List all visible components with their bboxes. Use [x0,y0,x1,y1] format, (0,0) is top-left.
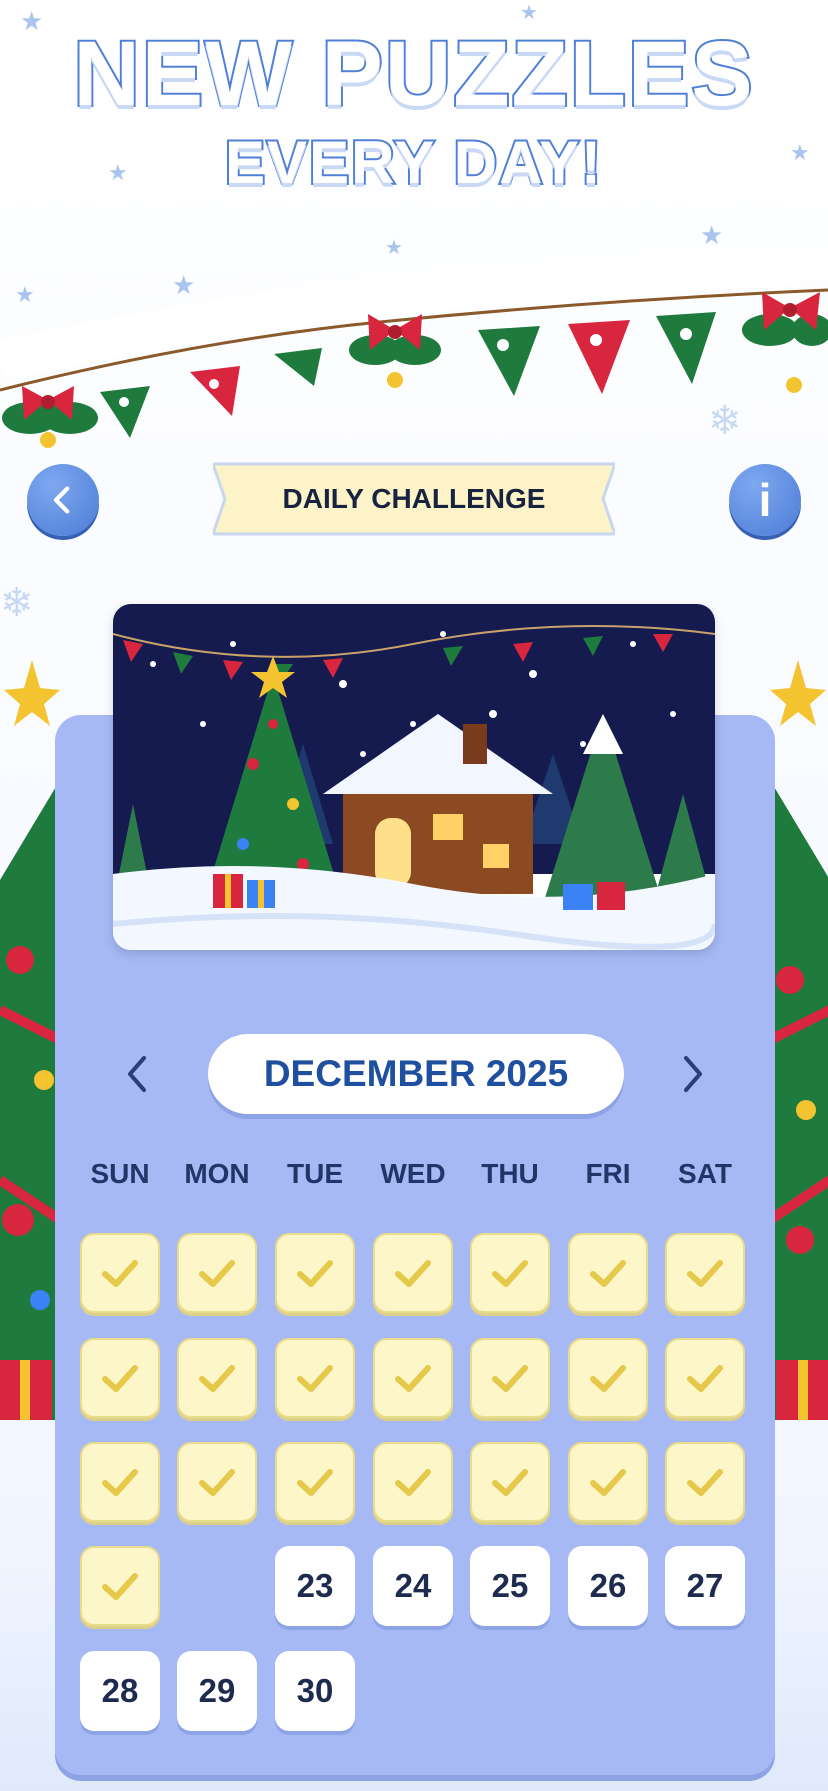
calendar-day[interactable]: 23 [275,1546,355,1626]
weekday-label: MON [184,1158,250,1189]
christmas-tree-left [0,660,60,1420]
pennant-flag [190,366,240,416]
next-month-button[interactable] [670,1052,714,1096]
checkmark-icon [102,1573,138,1600]
checkmark-icon [199,1365,235,1392]
calendar-day[interactable]: 28 [80,1651,160,1731]
completed-day[interactable] [80,1338,160,1418]
calendar-day[interactable]: 24 [373,1546,453,1626]
completed-day[interactable] [665,1338,745,1418]
headline-subtitle: EVERY DAY! [223,127,603,198]
completed-day[interactable] [373,1233,453,1313]
title-banner: DAILY CHALLENGE [213,460,615,538]
weekday-label: SAT [678,1158,732,1189]
weekday-label: SUN [90,1158,150,1189]
pennant-flag [656,312,716,384]
completed-day[interactable] [470,1338,550,1418]
previous-month-button[interactable] [116,1052,160,1096]
bow-ornament [742,292,828,393]
garland-decoration [0,250,828,448]
completed-day[interactable] [568,1233,648,1313]
pennant-flag [274,348,322,386]
completed-day[interactable] [80,1546,160,1626]
calendar-day[interactable]: 29 [177,1651,257,1731]
checkmark-icon [590,1469,626,1496]
checkmark-icon [492,1260,528,1287]
completed-day[interactable] [177,1338,257,1418]
chevron-left-icon [53,486,70,514]
back-button[interactable] [27,464,99,536]
completed-day[interactable] [373,1338,453,1418]
calendar-day[interactable]: 25 [470,1546,550,1626]
month-label: DECEMBER 2025 [208,1034,624,1114]
completed-day[interactable] [177,1233,257,1313]
winter-cabin-illustration [113,604,715,950]
checkmark-icon [492,1469,528,1496]
checkmark-icon [102,1260,138,1287]
bow-ornament [2,386,98,448]
page-title: DAILY CHALLENGE [282,483,546,514]
checkmark-icon [297,1260,333,1287]
headline-title: NEW PUZZLES [71,21,755,127]
checkmark-icon [297,1469,333,1496]
snowflake-icon: ❄ [0,581,34,625]
pennant-flag [100,386,150,438]
calendar-day[interactable]: 30 [275,1651,355,1731]
checkmark-icon [297,1365,333,1392]
completed-day[interactable] [568,1442,648,1522]
checkmark-icon [199,1260,235,1287]
weekday-label: FRI [585,1158,631,1189]
checkmark-icon [395,1365,431,1392]
info-icon: i [758,474,772,526]
checkmark-icon [687,1469,723,1496]
weekday-label: THU [481,1158,539,1189]
daily-puzzle-image[interactable] [113,604,715,950]
completed-day[interactable] [80,1233,160,1313]
star-icon: ★ [700,220,724,250]
completed-day[interactable] [470,1233,550,1313]
christmas-tree-right [770,660,828,1420]
checkmark-icon [395,1469,431,1496]
completed-day[interactable] [80,1442,160,1522]
pennant-flag [568,320,630,394]
calendar-day[interactable]: 26 [568,1546,648,1626]
completed-day[interactable] [665,1442,745,1522]
checkmark-icon [102,1469,138,1496]
weekday-label: TUE [287,1158,343,1189]
info-button[interactable]: i [729,464,801,536]
completed-day[interactable] [275,1442,355,1522]
checkmark-icon [395,1260,431,1287]
checkmark-icon [102,1365,138,1392]
completed-day[interactable] [177,1442,257,1522]
checkmark-icon [199,1469,235,1496]
weekday-label: WED [380,1158,446,1189]
completed-day[interactable] [275,1233,355,1313]
pennant-flag [478,326,540,396]
completed-day[interactable] [373,1442,453,1522]
completed-day[interactable] [568,1338,648,1418]
checkmark-icon [590,1365,626,1392]
completed-day[interactable] [470,1442,550,1522]
completed-day[interactable] [275,1338,355,1418]
checkmark-icon [492,1365,528,1392]
calendar-day[interactable]: 27 [665,1546,745,1626]
completed-day[interactable] [665,1233,745,1313]
checkmark-icon [687,1365,723,1392]
checkmark-icon [687,1260,723,1287]
checkmark-icon [590,1260,626,1287]
